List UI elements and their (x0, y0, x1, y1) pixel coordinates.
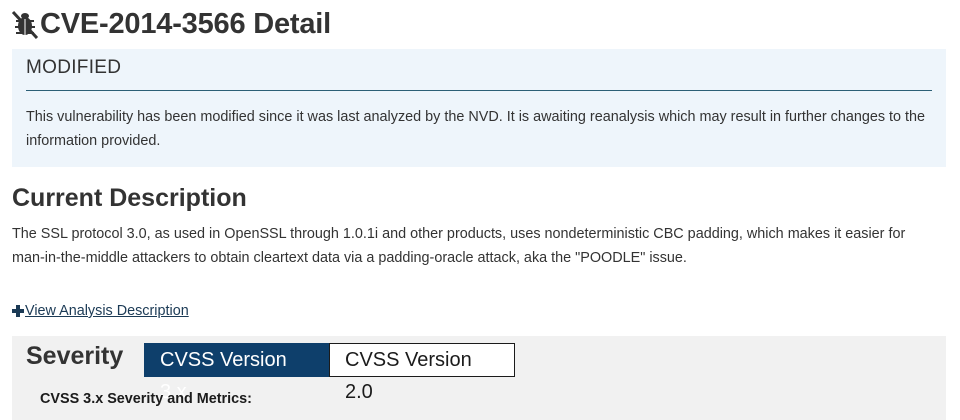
current-description-heading: Current Description (12, 184, 247, 212)
severity-panel: Severity CVSS Version 3.x CVSS Version 2… (12, 336, 946, 420)
tab-cvss-3x[interactable]: CVSS Version 3.x (144, 343, 330, 403)
modified-text: This vulnerability has been modified sin… (26, 109, 926, 149)
modified-notice: MODIFIED This vulnerability has been mod… (12, 49, 946, 167)
modified-heading: MODIFIED (26, 57, 122, 78)
view-analysis-description-toggle[interactable]: View Analysis Description (12, 303, 189, 319)
cve-detail-page: CVE-2014-3566 Detail MODIFIED This vulne… (0, 0, 960, 420)
plus-icon (12, 305, 24, 317)
divider (26, 90, 932, 91)
view-analysis-description-link[interactable]: View Analysis Description (25, 303, 189, 319)
tab-cvss-2-0[interactable]: CVSS Version 2.0 (329, 343, 515, 403)
severity-heading: Severity (26, 342, 124, 370)
title-row: CVE-2014-3566 Detail (10, 6, 331, 42)
bug-icon (10, 9, 40, 40)
current-description-text: The SSL protocol 3.0, as used in OpenSSL… (12, 226, 906, 266)
metrics-heading: CVSS 3.x Severity and Metrics: (40, 391, 252, 407)
page-title: CVE-2014-3566 Detail (40, 7, 331, 40)
